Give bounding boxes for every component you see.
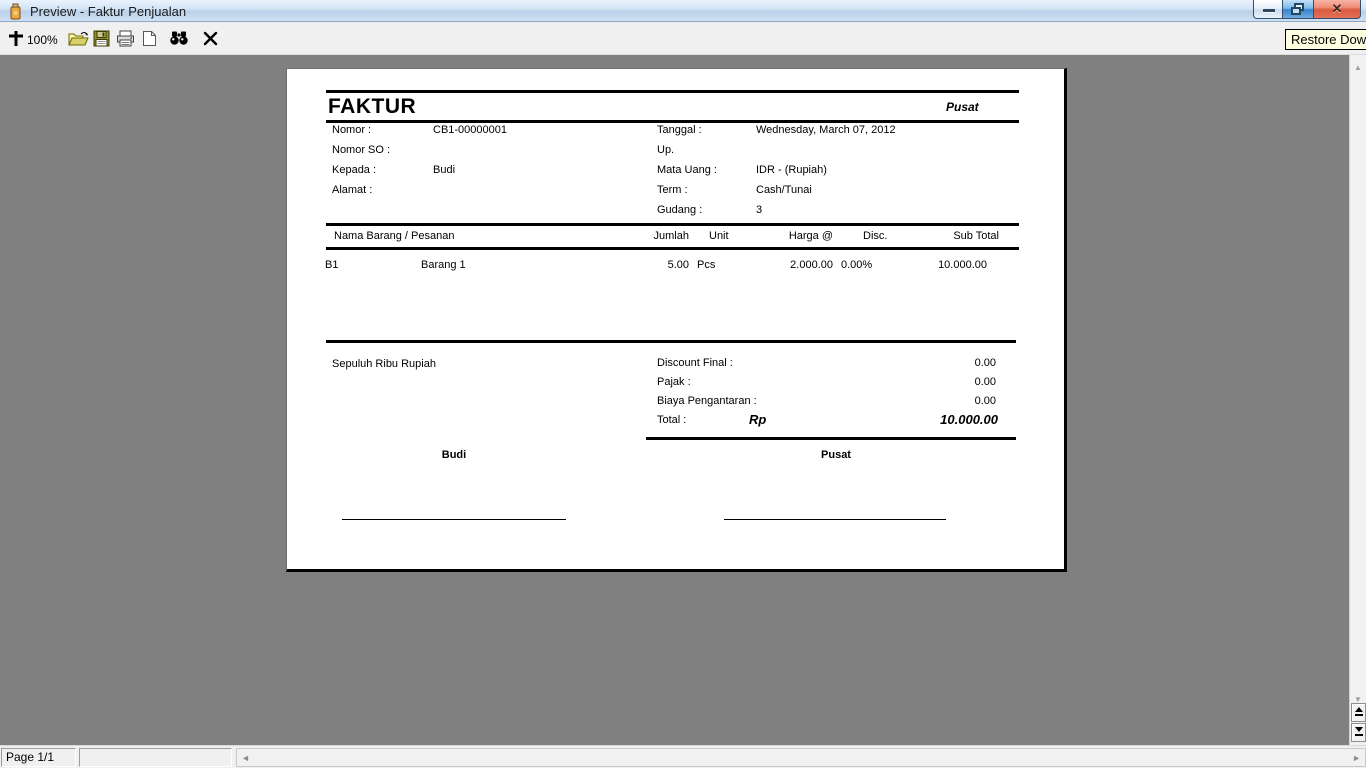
table-header-bottom-rule <box>326 247 1019 250</box>
summary-label: Discount Final : <box>657 357 733 369</box>
total-value: 10.000.00 <box>798 412 998 427</box>
title-bar: Preview - Faktur Penjualan ✕ <box>0 0 1366 22</box>
item-qty: 5.00 <box>609 259 689 271</box>
item-subtotal: 10.000.00 <box>877 259 987 271</box>
signature-customer-name: Budi <box>384 449 524 461</box>
find-button[interactable] <box>169 30 190 46</box>
summary-value: 0.00 <box>796 357 996 369</box>
info-label: Mata Uang : <box>657 164 717 176</box>
info-label: Nomor SO : <box>332 144 390 156</box>
save-button[interactable] <box>93 30 110 47</box>
summary-label: Pajak : <box>657 376 691 388</box>
new-page-button[interactable] <box>142 30 157 47</box>
minimize-icon <box>1263 9 1275 12</box>
restore-down-tooltip: Restore Down <box>1285 29 1366 50</box>
scroll-up-icon[interactable]: ▲ <box>1350 63 1366 73</box>
amount-in-words: Sepuluh Ribu Rupiah <box>332 358 436 370</box>
col-header-price: Harga @ <box>733 230 833 242</box>
info-value: Budi <box>433 164 455 176</box>
info-value: Cash/Tunai <box>756 184 812 196</box>
status-bar: Page 1/1 ◄ ► <box>0 745 1366 768</box>
vertical-scrollbar[interactable]: ▲ ▼ <box>1349 55 1366 745</box>
item-code: B1 <box>325 259 338 271</box>
info-label: Tanggal : <box>657 124 702 136</box>
horizontal-scrollbar[interactable]: ◄ ► <box>236 748 1366 767</box>
preview-area: FAKTUR Pusat Nomor : CB1-00000001 Nomor … <box>0 55 1366 745</box>
window-title: Preview - Faktur Penjualan <box>30 4 186 19</box>
invoice-branch-header: Pusat <box>946 100 979 114</box>
info-label: Term : <box>657 184 688 196</box>
info-label: Nomor : <box>332 124 371 136</box>
scroll-left-icon[interactable]: ◄ <box>241 753 250 763</box>
zoom-level-label[interactable]: 100% <box>27 33 58 47</box>
header-top-rule <box>326 90 1019 93</box>
scroll-right-icon[interactable]: ► <box>1352 753 1361 763</box>
info-value: CB1-00000001 <box>433 124 507 136</box>
item-unit: Pcs <box>697 259 715 271</box>
summary-value: 0.00 <box>796 376 996 388</box>
info-value: IDR - (Rupiah) <box>756 164 827 176</box>
close-preview-button[interactable] <box>202 30 219 47</box>
last-page-button[interactable] <box>1351 723 1366 742</box>
restore-down-button[interactable] <box>1283 0 1313 19</box>
col-header-unit: Unit <box>709 230 729 242</box>
col-header-disc: Disc. <box>863 230 887 242</box>
invoice-page: FAKTUR Pusat Nomor : CB1-00000001 Nomor … <box>286 68 1067 572</box>
page-up-icon <box>1355 707 1363 712</box>
window-controls: ✕ <box>1253 0 1361 19</box>
info-label: Up. <box>657 144 674 156</box>
table-header-top-rule <box>326 223 1019 226</box>
signature-line-right <box>724 519 946 520</box>
page-down-icon <box>1355 727 1363 732</box>
invoice-title: FAKTUR <box>328 95 416 119</box>
header-bottom-rule <box>326 120 1019 123</box>
first-page-button[interactable] <box>1351 703 1366 722</box>
status-panel-empty <box>79 748 232 767</box>
item-name: Barang 1 <box>421 259 466 271</box>
total-label: Total : <box>657 414 686 426</box>
summary-value: 0.00 <box>796 395 996 407</box>
col-header-name: Nama Barang / Pesanan <box>334 230 454 242</box>
info-label: Alamat : <box>332 184 372 196</box>
minimize-button[interactable] <box>1253 0 1283 19</box>
open-file-button[interactable] <box>68 31 89 47</box>
signature-line-left <box>342 519 566 520</box>
col-header-subtotal: Sub Total <box>889 230 999 242</box>
col-header-qty: Jumlah <box>609 230 689 242</box>
total-currency: Rp <box>749 412 766 427</box>
close-window-button[interactable]: ✕ <box>1313 0 1361 19</box>
close-icon: ✕ <box>1314 0 1360 18</box>
toolbar: 100% <box>0 22 1366 55</box>
zoom-tool-icon[interactable] <box>7 30 25 48</box>
items-bottom-rule <box>326 340 1016 343</box>
app-icon <box>9 3 22 20</box>
print-button[interactable] <box>116 30 135 47</box>
signature-branch-name: Pusat <box>766 449 906 461</box>
item-price: 2.000.00 <box>733 259 833 271</box>
info-value: Wednesday, March 07, 2012 <box>756 124 896 136</box>
info-value: 3 <box>756 204 762 216</box>
item-disc: 0.00% <box>841 259 872 271</box>
summary-label: Biaya Pengantaran : <box>657 395 757 407</box>
page-indicator: Page 1/1 <box>1 748 76 767</box>
info-label: Kepada : <box>332 164 376 176</box>
total-rule <box>646 437 1016 440</box>
info-label: Gudang : <box>657 204 702 216</box>
